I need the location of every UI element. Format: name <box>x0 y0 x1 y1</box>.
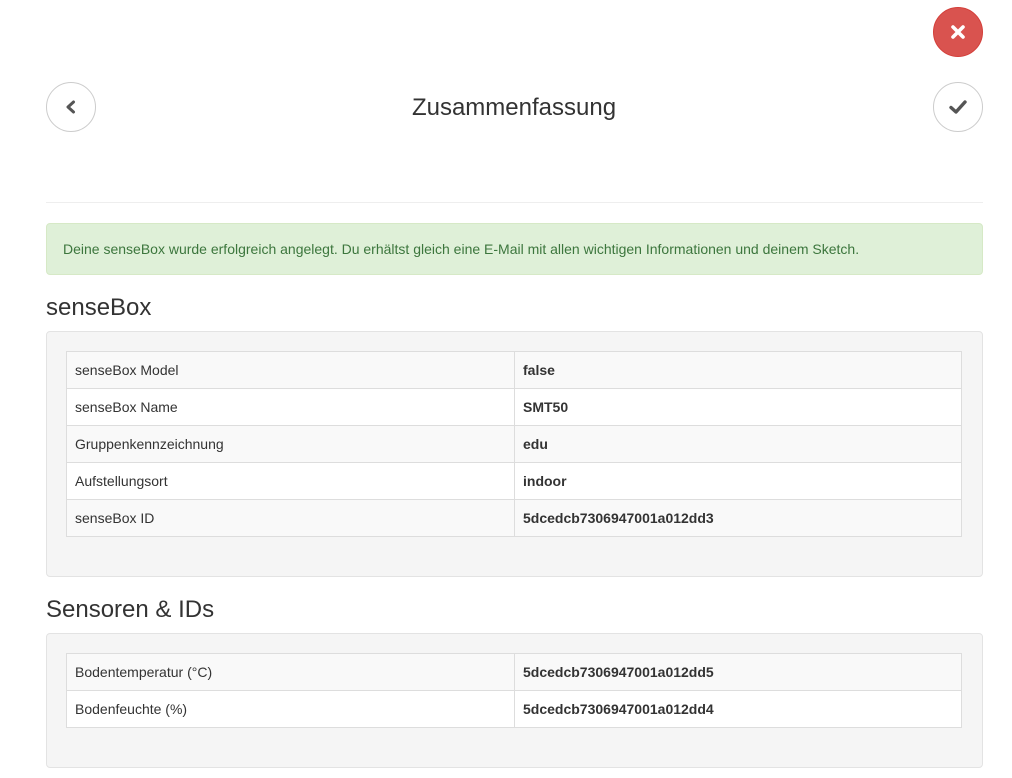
close-button[interactable] <box>933 7 983 57</box>
page-title: Zusammenfassung <box>411 94 617 121</box>
summary-page: Zusammenfassung Deine senseBox wurde erf… <box>0 0 1012 778</box>
confirm-button[interactable] <box>933 82 983 132</box>
table-row: senseBox Name SMT50 <box>66 388 962 426</box>
row-label: Bodenfeuchte (%) <box>66 690 515 728</box>
table-row: senseBox Model false <box>66 351 962 389</box>
row-label: senseBox ID <box>66 499 515 537</box>
sensors-panel: Bodentemperatur (°C) 5dcedcb7306947001a0… <box>46 633 983 768</box>
sensebox-panel: senseBox Model false senseBox Name SMT50… <box>46 331 983 577</box>
sensors-heading: Sensoren & IDs <box>46 596 215 623</box>
sensebox-table: senseBox Model false senseBox Name SMT50… <box>66 351 962 537</box>
table-row: Bodentemperatur (°C) 5dcedcb7306947001a0… <box>66 653 962 691</box>
table-row: Aufstellungsort indoor <box>66 462 962 500</box>
row-label: senseBox Name <box>66 388 515 426</box>
table-row: Gruppenkennzeichnung edu <box>66 425 962 463</box>
row-value: SMT50 <box>514 388 962 426</box>
check-icon <box>949 100 967 114</box>
row-value: 5dcedcb7306947001a012dd3 <box>514 499 962 537</box>
success-alert: Deine senseBox wurde erfolgreich angeleg… <box>46 223 983 275</box>
table-row: senseBox ID 5dcedcb7306947001a012dd3 <box>66 499 962 537</box>
row-label: Gruppenkennzeichnung <box>66 425 515 463</box>
row-value: 5dcedcb7306947001a012dd4 <box>514 690 962 728</box>
sensors-table: Bodentemperatur (°C) 5dcedcb7306947001a0… <box>66 653 962 728</box>
row-value: 5dcedcb7306947001a012dd5 <box>514 653 962 691</box>
sensebox-heading: senseBox <box>46 294 152 321</box>
row-value: indoor <box>514 462 962 500</box>
row-label: Bodentemperatur (°C) <box>66 653 515 691</box>
row-label: senseBox Model <box>66 351 515 389</box>
close-icon <box>951 25 965 39</box>
row-value: edu <box>514 425 962 463</box>
row-value: false <box>514 351 962 389</box>
header-divider <box>46 202 983 203</box>
row-label: Aufstellungsort <box>66 462 515 500</box>
table-row: Bodenfeuchte (%) 5dcedcb7306947001a012dd… <box>66 690 962 728</box>
